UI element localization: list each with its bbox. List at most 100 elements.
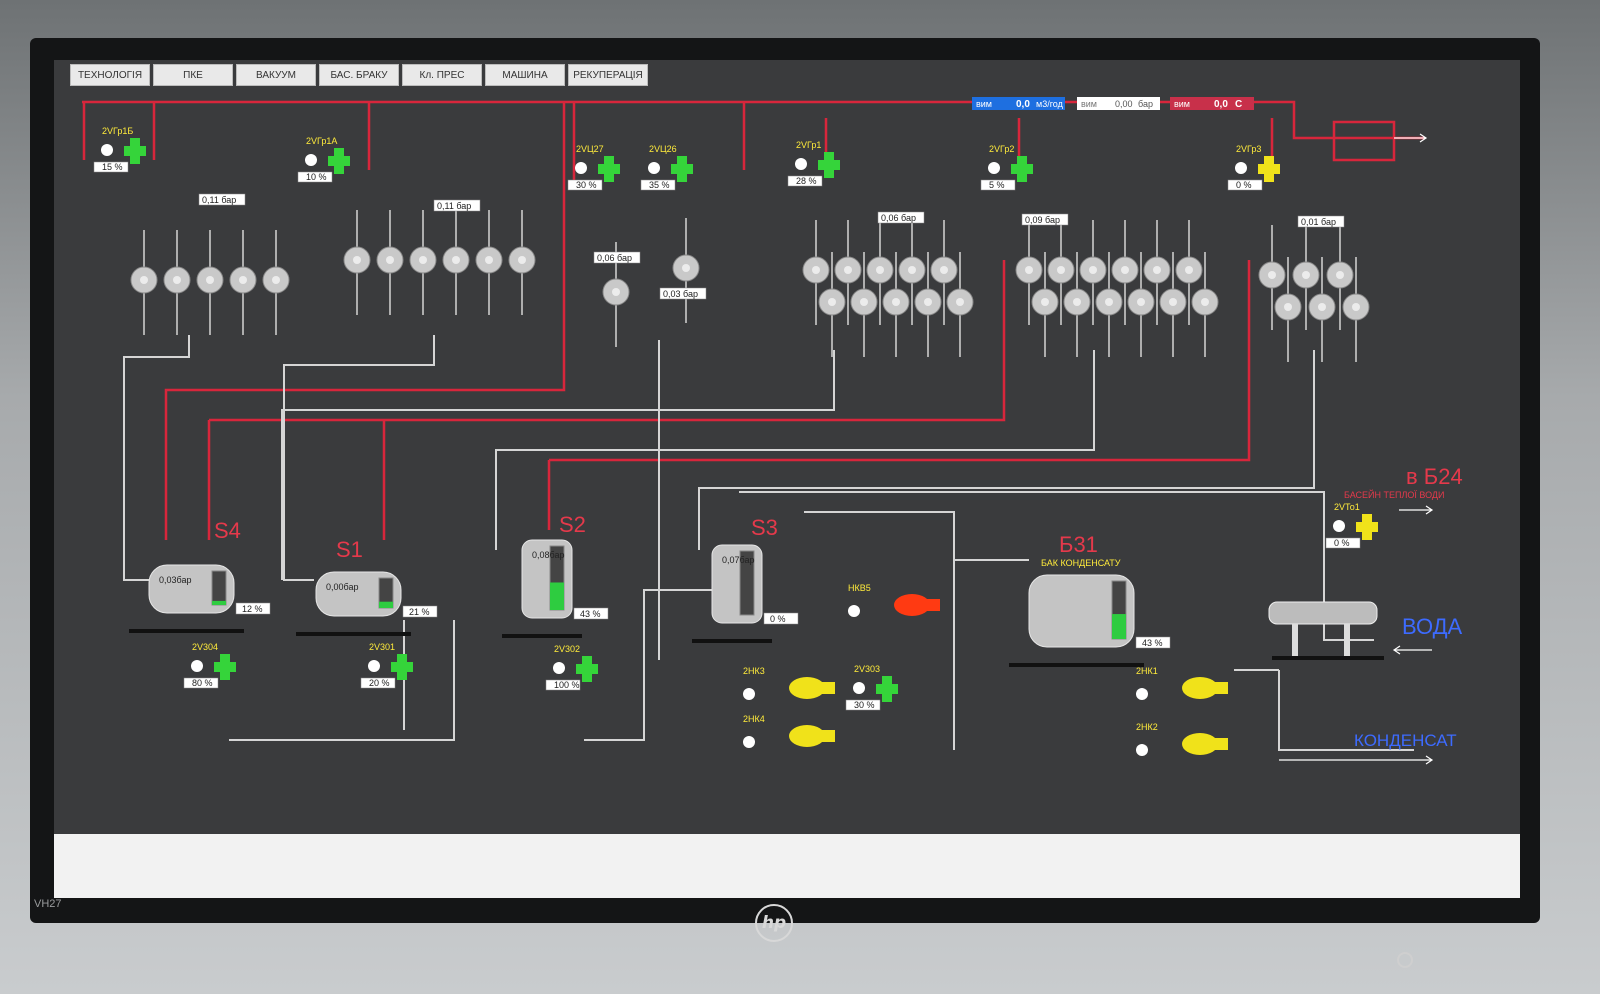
control-valve[interactable]: 2VГр2 5 % [980,144,1033,191]
valve-actuator [1362,514,1372,540]
tank-level: 43 % [580,609,601,619]
pump[interactable]: 2НК3 [743,666,835,700]
hand-mode-icon[interactable] [648,162,660,174]
pump[interactable]: 2НК1 [1136,666,1228,700]
tank: S2 0,08бар 43 % [502,512,609,638]
hand-mode-icon[interactable] [575,162,587,174]
dryer-cylinders [130,210,1370,362]
cylinder-hub [1268,271,1276,279]
control-valve[interactable]: 2V304 80 % [183,642,236,689]
valve-actuator [220,654,230,680]
valve-position: 30 % [854,700,875,710]
tank: S4 0,03бар 12 % [129,518,271,633]
valve-position: 35 % [649,180,670,190]
tank-pressure: 0,00бар [326,582,358,592]
level-gauge [211,570,227,606]
valve-position: 5 % [989,180,1005,190]
pump[interactable]: 2НК2 [1136,722,1228,756]
svg-text:вим: вим [1081,99,1097,109]
hand-mode-icon[interactable] [988,162,1000,174]
cylinder-hub [1201,298,1209,306]
valve-actuator [882,676,892,702]
tank: S1 0,00бар 21 % [296,537,438,636]
cylinder-hub [1318,303,1326,311]
pump-tag: 2НК4 [743,714,765,724]
control-valve[interactable]: 2VГр1 28 % [787,140,840,187]
control-valve[interactable]: 2VГр1Б 15 % [93,126,146,173]
cylinder-hub [1185,266,1193,274]
cylinder-hub [1121,266,1129,274]
cylinder-hub [1352,303,1360,311]
valve-tag: 2V301 [369,642,395,652]
valve-tag: 2VГр1Б [102,126,133,136]
pump-tag: 2НК2 [1136,722,1158,732]
cylinder-hub [419,256,427,264]
level-fill [1112,614,1126,639]
hand-mode-icon[interactable] [191,660,203,672]
pump[interactable]: НКВ5 [848,583,940,617]
cylinder-hub [1169,298,1177,306]
valve-tag: 2VГр1 [796,140,821,150]
cylinder-hub [612,288,620,296]
power-button-icon[interactable] [1397,952,1413,968]
cylinder-hub [1336,271,1344,279]
valve-actuator [334,148,344,174]
hand-mode-icon[interactable] [1136,688,1148,700]
cylinder-hub [1057,266,1065,274]
hand-mode-icon[interactable] [853,682,865,694]
pool-sublabel: БАСЕЙН ТЕПЛОЇ ВОДИ [1344,489,1444,500]
valve-position: 15 % [102,162,123,172]
tank-name: Б31 [1059,532,1098,557]
cylinder-hub [1105,298,1113,306]
cylinder-hub [272,276,280,284]
pressure-value: 0,03 бар [663,289,698,299]
pump[interactable]: 2НК4 [743,714,835,748]
svg-text:вим: вим [1174,99,1190,109]
control-valve[interactable]: 2VЦ27 30 % [567,144,620,191]
pump-motor [819,730,835,742]
svg-text:0,0: 0,0 [1214,99,1228,110]
control-valve[interactable]: 2VЦ26 35 % [640,144,693,191]
hand-mode-icon[interactable] [553,662,565,674]
tank-name: S3 [751,515,778,540]
valve-actuator [582,656,592,682]
tank-name: S4 [214,518,241,543]
pressure-value: 0,11 бар [202,195,236,205]
pump-motor [1212,682,1228,694]
control-valve[interactable]: 2VТо1 0 % [1325,502,1378,549]
tank-name: S2 [559,512,586,537]
hand-mode-icon[interactable] [101,144,113,156]
hand-mode-icon[interactable] [305,154,317,166]
hand-mode-icon[interactable] [848,605,860,617]
valve-tag: 2VТо1 [1334,502,1360,512]
hand-mode-icon[interactable] [743,736,755,748]
valve-tag: 2V302 [554,644,580,654]
hand-mode-icon[interactable] [743,688,755,700]
condensate-arrow-icon [1279,755,1434,765]
pump-motor [819,682,835,694]
level-fill [379,601,393,608]
steam-inlet-arrow-icon [1394,133,1428,143]
control-valve[interactable]: 2V301 20 % [360,642,413,689]
cylinder-hub [940,266,948,274]
pump-motor [1212,738,1228,750]
valve-actuator [677,156,687,182]
hand-mode-icon[interactable] [1136,744,1148,756]
control-valve[interactable]: 2V303 30 % [845,664,898,711]
pressure-value: 0,09 бар [1025,215,1060,225]
hand-mode-icon[interactable] [1333,520,1345,532]
cylinder-hub [812,266,820,274]
hand-mode-icon[interactable] [368,660,380,672]
control-valve[interactable]: 2V302 100 % [545,644,598,691]
control-valve[interactable]: 2VГр1А 10 % [297,136,350,183]
heat-exchanger [1268,601,1384,660]
valve-tag: 2VЦ26 [649,144,677,154]
svg-text:вим: вим [976,99,992,109]
svg-text:бар: бар [1138,99,1153,109]
cylinder-hub [876,266,884,274]
cylinder-hub [1025,266,1033,274]
hand-mode-icon[interactable] [1235,162,1247,174]
svg-text:0,00: 0,00 [1115,99,1133,109]
water-arrow-icon [1392,645,1432,655]
hand-mode-icon[interactable] [795,158,807,170]
